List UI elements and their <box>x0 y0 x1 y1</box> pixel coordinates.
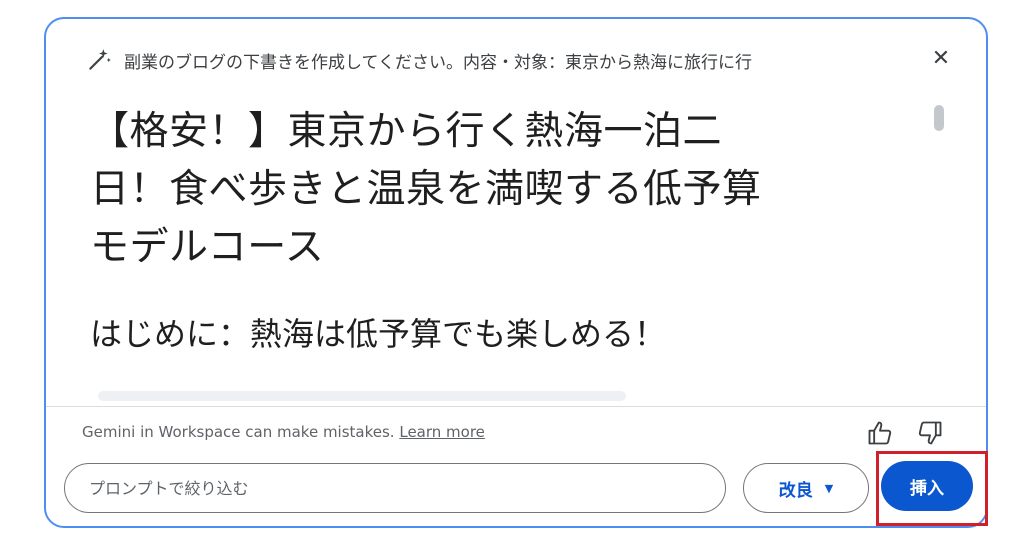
thumb-down-icon[interactable] <box>916 419 944 447</box>
disclaimer-text: Gemini in Workspace can make mistakes. <box>82 423 395 441</box>
refine-prompt-input[interactable] <box>87 477 691 499</box>
chevron-down-icon: ▼ <box>824 481 834 495</box>
loading-placeholder-bar <box>98 391 626 401</box>
article-title: 【格安！】東京から行く熱海一泊二 日！食べ歩きと温泉を満喫する低予算 モデルコー… <box>90 103 920 277</box>
footer-divider <box>46 406 986 407</box>
article-title-line: 【格安！】東京から行く熱海一泊二 <box>90 109 723 154</box>
dialog-header: 副業のブログの下書きを作成してください。内容・対象：東京から熱海に旅行に行 <box>86 45 946 75</box>
insert-label: 挿入 <box>910 478 944 499</box>
close-icon[interactable]: ✕ <box>932 46 950 71</box>
refine-dropdown-button[interactable]: 改良 ▼ <box>743 463 869 513</box>
refine-prompt-field[interactable] <box>64 463 726 513</box>
section-heading: はじめに：熱海は低予算でも楽しめる！ <box>90 315 667 353</box>
magic-wand-icon <box>89 49 111 70</box>
learn-more-link[interactable]: Learn more <box>399 423 485 441</box>
insert-button[interactable]: 挿入 <box>881 461 973 511</box>
thumb-up-icon[interactable] <box>866 419 894 447</box>
gemini-dialog: 副業のブログの下書きを作成してください。内容・対象：東京から熱海に旅行に行 ✕ … <box>44 17 988 528</box>
refine-label: 改良 <box>778 480 813 501</box>
draft-content: 【格安！】東京から行く熱海一泊二 日！食べ歩きと温泉を満喫する低予算 モデルコー… <box>90 103 920 403</box>
close-button[interactable]: ✕ <box>926 43 956 73</box>
article-title-line: モデルコース <box>90 225 325 270</box>
article-title-line: 日！食べ歩きと温泉を満喫する低予算 <box>90 167 762 212</box>
disclaimer: Gemini in Workspace can make mistakes. L… <box>82 423 485 441</box>
content-scrollbar[interactable] <box>934 105 944 131</box>
prompt-title: 副業のブログの下書きを作成してください。内容・対象：東京から熱海に旅行に行 <box>124 52 752 73</box>
